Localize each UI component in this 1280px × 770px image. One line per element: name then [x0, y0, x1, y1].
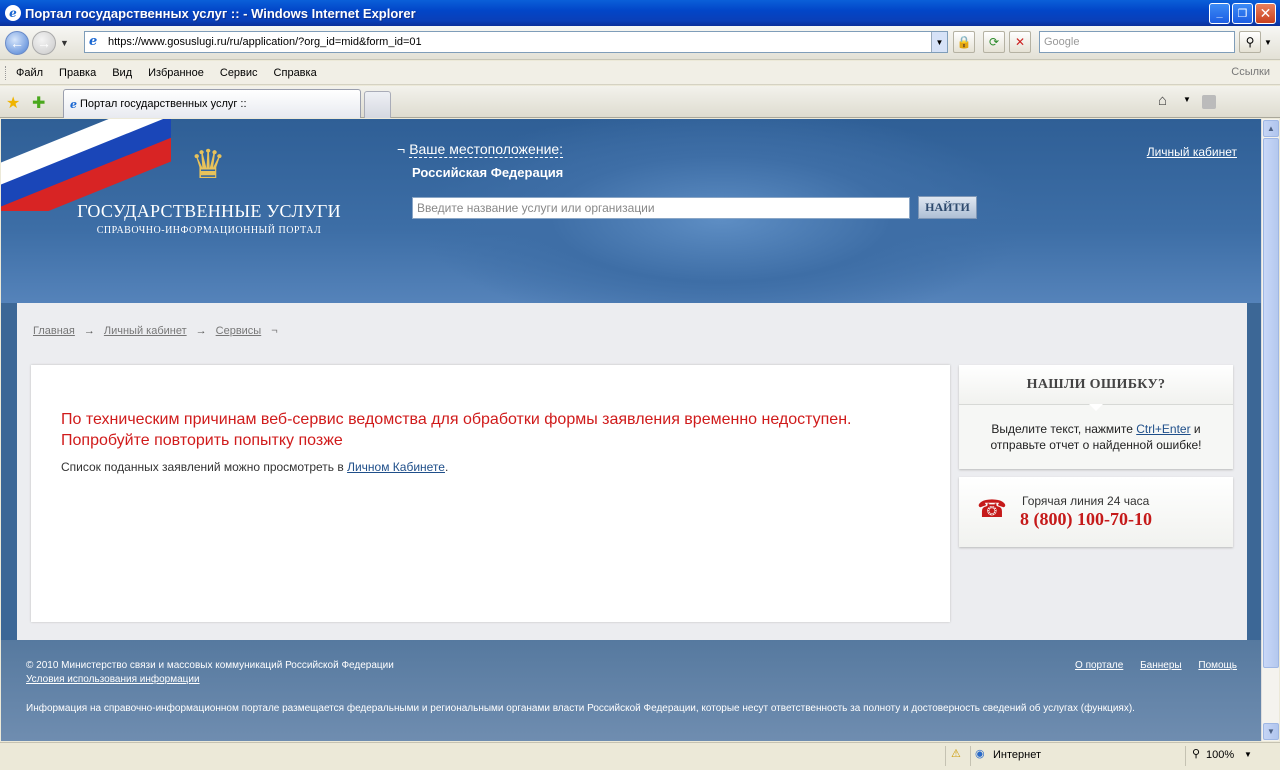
favorites-star-icon[interactable]: ★: [6, 93, 20, 113]
russian-flag-graphic: [1, 119, 171, 211]
window-title: Портал государственных услуг :: - Window…: [25, 5, 416, 21]
search-input[interactable]: Google: [1039, 31, 1235, 53]
footer-link-help[interactable]: Помощь: [1198, 660, 1237, 671]
report-error-text: Выделите текст, нажмите Ctrl+Enter и отп…: [959, 405, 1233, 453]
stop-button[interactable]: ✕: [1009, 31, 1031, 53]
close-button[interactable]: ✕: [1255, 2, 1276, 24]
internet-zone-icon: ◉: [975, 748, 985, 760]
protected-mode-icon[interactable]: ⚠: [951, 747, 961, 760]
menu-help[interactable]: Справка: [274, 67, 317, 79]
recent-pages-dropdown[interactable]: ▼: [60, 38, 69, 48]
scroll-up-icon[interactable]: ▲: [1263, 120, 1279, 137]
scroll-down-icon[interactable]: ▼: [1263, 723, 1279, 740]
hotline-label: Горячая линия 24 часа: [1022, 494, 1150, 508]
status-bar: ⚠ ◉ Интернет ⚲ 100% ▼: [0, 742, 1280, 770]
menu-tools[interactable]: Сервис: [220, 67, 258, 79]
report-error-box: НАШЛИ ОШИБКУ? Выделите текст, нажмите Ct…: [959, 365, 1233, 469]
page-icon: e: [89, 34, 98, 49]
shortcut-hint[interactable]: Ctrl+Enter: [1136, 422, 1190, 436]
callout-pointer: [1089, 404, 1103, 411]
browser-window: e Портал государственных услуг :: - Wind…: [0, 0, 1280, 770]
report-error-text-1: Выделите текст, нажмите: [991, 422, 1137, 436]
location-value: Российская Федерация: [412, 165, 564, 180]
add-favorites-icon[interactable]: ✚: [32, 93, 45, 113]
main-content: Главная → Личный кабинет → Сервисы ¬ По техни…: [17, 303, 1247, 640]
breadcrumb-cabinet[interactable]: Личный кабинет: [104, 325, 187, 337]
breadcrumb: Главная → Личный кабинет → Сервисы ¬: [33, 325, 278, 337]
menu-edit[interactable]: Правка: [59, 67, 96, 79]
scroll-thumb[interactable]: [1263, 138, 1279, 668]
search-icon[interactable]: ⚲: [1239, 31, 1261, 53]
home-icon[interactable]: ⌂: [1158, 92, 1167, 109]
brand-title[interactable]: ГОСУДАРСТВЕННЫЕ УСЛУГИ: [75, 201, 343, 222]
footer-link-banners[interactable]: Баннеры: [1140, 660, 1181, 671]
address-url: https://www.gosuslugi.ru/ru/application/…: [108, 36, 422, 48]
report-error-title: НАШЛИ ОШИБКУ?: [959, 365, 1233, 405]
tab-bar: ★ ✚ e Портал государственных услуг :: ⌂ …: [0, 86, 1280, 118]
cabinet-link[interactable]: Личном Кабинете: [347, 460, 445, 474]
breadcrumb-separator: →: [195, 325, 207, 337]
vertical-scrollbar[interactable]: ▲ ▼: [1261, 119, 1279, 741]
footer-link-about[interactable]: О портале: [1075, 660, 1123, 671]
brand-subtitle: СПРАВОЧНО-ИНФОРМАЦИОННЫЙ ПОРТАЛ: [96, 225, 322, 236]
zoom-level[interactable]: 100%: [1206, 749, 1234, 761]
zoom-dropdown-icon[interactable]: ▼: [1244, 750, 1252, 759]
ie-logo-icon: e: [5, 5, 21, 21]
coat-of-arms-icon: ♛: [190, 143, 226, 187]
maximize-button[interactable]: ❐: [1232, 2, 1253, 24]
tab-page-icon: e: [70, 97, 77, 111]
web-page: ♛ ГОСУДАРСТВЕННЫЕ УСЛУГИ СПРАВОЧНО-ИНФОР…: [1, 119, 1261, 741]
breadcrumb-services[interactable]: Сервисы: [216, 325, 262, 337]
tab-active[interactable]: e Портал государственных услуг ::: [63, 89, 361, 118]
new-tab-button[interactable]: [364, 91, 391, 118]
service-search-input[interactable]: Введите название услуги или организации: [412, 197, 910, 219]
error-hint: Список поданных заявлений можно просмотр…: [61, 460, 448, 474]
error-message: По техническим причинам веб-сервис ведом…: [61, 411, 852, 449]
site-footer: © 2010 Министерство связи и массовых ком…: [1, 640, 1261, 741]
hotline-number: 8 (800) 100-70-10: [1020, 509, 1152, 529]
menu-bar: Файл Правка Вид Избранное Сервис Справка…: [0, 61, 1280, 85]
zoom-icon: ⚲: [1192, 748, 1201, 760]
search-options-dropdown[interactable]: ▼: [1261, 31, 1275, 53]
personal-cabinet-link[interactable]: Личный кабинет: [1147, 145, 1237, 159]
home-dropdown-icon[interactable]: ▼: [1183, 95, 1191, 104]
links-toolbar[interactable]: Ссылки: [1231, 66, 1270, 78]
error-hint-text: Список поданных заявлений можно просмотр…: [61, 460, 348, 474]
site-header: ♛ ГОСУДАРСТВЕННЫЕ УСЛУГИ СПРАВОЧНО-ИНФОР…: [1, 119, 1261, 303]
menu-file[interactable]: Файл: [16, 67, 43, 79]
breadcrumb-home[interactable]: Главная: [33, 325, 75, 337]
breadcrumb-separator: →: [83, 325, 95, 337]
back-button[interactable]: ←: [5, 30, 29, 55]
terms-link[interactable]: Условия использования информации: [26, 674, 200, 685]
footer-links: О портале Баннеры Помощь: [1061, 660, 1237, 671]
refresh-button[interactable]: ⟳: [983, 31, 1005, 53]
error-panel: По техническим причинам веб-сервис ведом…: [31, 365, 950, 622]
location-label: Ваше местоположение:: [409, 141, 564, 158]
hotline-box: ☎ Горячая линия 24 часа 8 (800) 100-70-1…: [959, 477, 1233, 547]
error-hint-end: .: [444, 460, 449, 474]
menu-favorites[interactable]: Избранное: [148, 67, 204, 79]
forward-button[interactable]: →: [32, 30, 56, 55]
tab-label: Портал государственных услуг ::: [80, 98, 247, 110]
address-toolbar: ← → ▼ e https://www.gosuslugi.ru/ru/appl…: [0, 26, 1280, 60]
copyright: © 2010 Министерство связи и массовых ком…: [26, 660, 394, 671]
address-bar[interactable]: e https://www.gosuslugi.ru/ru/applicatio…: [84, 31, 948, 53]
menu-grip: [5, 65, 8, 80]
title-bar: e Портал государственных услуг :: - Wind…: [0, 0, 1280, 26]
rss-feed-icon[interactable]: [1202, 95, 1216, 109]
phone-icon: ☎: [977, 496, 1007, 523]
lock-icon[interactable]: 🔒: [953, 31, 975, 53]
address-dropdown-icon[interactable]: ▼: [931, 32, 947, 52]
minimize-button[interactable]: _: [1209, 2, 1230, 24]
footer-disclaimer: Информация на справочно-информационном п…: [26, 703, 1135, 714]
location-selector[interactable]: ¬ Ваше местоположение:: [397, 141, 564, 158]
breadcrumb-end-arrow-icon: ¬: [271, 325, 278, 337]
security-zone[interactable]: Интернет: [993, 749, 1041, 761]
search-button[interactable]: НАЙТИ: [918, 196, 977, 219]
menu-view[interactable]: Вид: [112, 67, 132, 79]
location-arrow-icon: ¬: [397, 141, 406, 157]
